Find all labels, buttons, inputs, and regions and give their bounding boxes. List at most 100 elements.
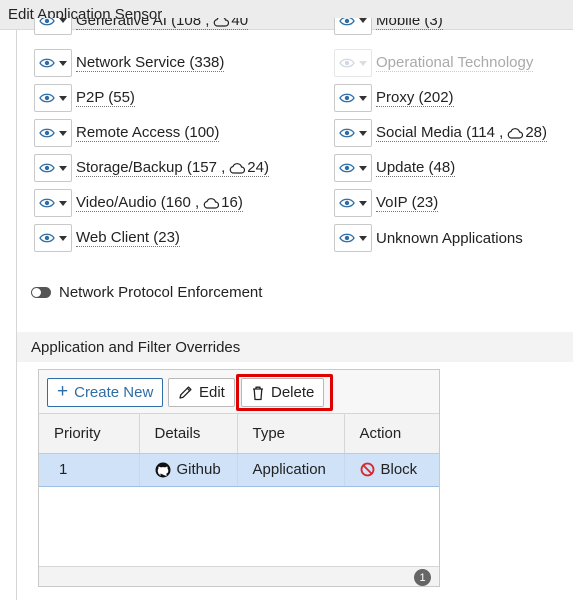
overrides-section-header: Application and Filter Overrides	[17, 332, 573, 362]
category-generative-ai[interactable]: Generative AI (108 , 40	[34, 18, 249, 35]
column-header-details[interactable]: Details	[139, 414, 238, 454]
column-header-action[interactable]: Action	[344, 414, 439, 454]
category-action-dropdown[interactable]	[334, 18, 372, 35]
category-update[interactable]: Update (48)	[334, 153, 456, 183]
category-action-dropdown[interactable]	[34, 49, 72, 77]
eye-icon	[39, 128, 55, 138]
category-action-dropdown	[334, 49, 372, 77]
eye-icon	[39, 58, 55, 68]
cell-details-label: Github	[176, 461, 221, 478]
category-action-dropdown[interactable]	[34, 224, 72, 252]
cloud-icon	[230, 163, 246, 174]
edit-label: Edit	[199, 384, 225, 401]
category-action-dropdown[interactable]	[334, 224, 372, 252]
category-label: Remote Access (100)	[76, 124, 220, 142]
category-label: Proxy (202)	[376, 89, 454, 107]
column-header-type[interactable]: Type	[237, 414, 345, 454]
eye-icon	[339, 163, 355, 173]
eye-icon	[339, 128, 355, 138]
chevron-down-icon	[359, 60, 367, 66]
category-action-dropdown[interactable]	[34, 18, 72, 35]
category-remote-access[interactable]: Remote Access (100)	[34, 118, 220, 148]
cell-action-label: Block	[380, 461, 418, 478]
category-label: P2P (55)	[76, 89, 135, 107]
edit-button[interactable]: Edit	[168, 378, 235, 407]
cell-details: Github	[139, 452, 238, 487]
category-label: Network Service (338)	[76, 54, 225, 72]
eye-icon	[339, 58, 355, 68]
category-storage-backup[interactable]: Storage/Backup (157 , 24)	[34, 153, 269, 183]
section-title: Application and Filter Overrides	[31, 339, 241, 356]
plus-icon: +	[57, 381, 69, 402]
network-protocol-enforcement-toggle[interactable]	[31, 287, 51, 298]
category-operational-technology: Operational Technology	[334, 48, 534, 78]
block-icon	[360, 462, 374, 477]
chevron-down-icon	[359, 130, 367, 136]
cloud-icon	[508, 128, 524, 139]
category-label: Update (48)	[376, 159, 456, 177]
category-label: Social Media (114 , 28)	[376, 124, 547, 142]
eye-icon	[339, 93, 355, 103]
category-label: Operational Technology	[376, 54, 534, 72]
category-label: Generative AI (108 , 40	[76, 18, 249, 30]
eye-icon	[39, 163, 55, 173]
chevron-down-icon	[359, 200, 367, 206]
cloud-icon	[203, 198, 220, 209]
overrides-table: Priority Details Type Action 1 Github Ap…	[39, 414, 439, 487]
cell-type: Application	[237, 452, 345, 487]
eye-icon	[39, 198, 55, 208]
category-web-client[interactable]: Web Client (23)	[34, 223, 180, 253]
category-action-dropdown[interactable]	[334, 84, 372, 112]
category-social-media[interactable]: Social Media (114 , 28)	[334, 118, 547, 148]
category-voip[interactable]: VoIP (23)	[334, 188, 439, 218]
chevron-down-icon	[359, 235, 367, 241]
cloud-icon	[214, 18, 230, 27]
chevron-down-icon	[359, 165, 367, 171]
table-header-row: Priority Details Type Action	[39, 414, 439, 454]
category-action-dropdown[interactable]	[334, 119, 372, 147]
category-video-audio[interactable]: Video/Audio (160 , 16)	[34, 188, 243, 218]
category-action-dropdown[interactable]	[34, 189, 72, 217]
network-protocol-enforcement-label: Network Protocol Enforcement	[59, 284, 263, 301]
category-proxy[interactable]: Proxy (202)	[334, 83, 454, 113]
category-label: Unknown Applications	[376, 229, 523, 247]
network-protocol-enforcement: Network Protocol Enforcement	[31, 284, 262, 301]
chevron-down-icon	[59, 95, 67, 101]
category-action-dropdown[interactable]	[34, 84, 72, 112]
table-footer: 1	[39, 566, 439, 586]
chevron-down-icon	[59, 165, 67, 171]
chevron-down-icon	[59, 200, 67, 206]
category-action-dropdown[interactable]	[334, 189, 372, 217]
table-row[interactable]: 1 Github Application Block	[39, 452, 439, 487]
category-label: VoIP (23)	[376, 194, 439, 212]
chevron-down-icon	[59, 18, 67, 23]
delete-label: Delete	[271, 384, 315, 401]
eye-icon	[39, 18, 55, 25]
trash-icon	[253, 386, 263, 400]
category-label: Storage/Backup (157 , 24)	[76, 159, 269, 177]
eye-icon	[339, 18, 355, 25]
eye-icon	[39, 93, 55, 103]
category-p2p[interactable]: P2P (55)	[34, 83, 135, 113]
column-header-priority[interactable]: Priority	[39, 414, 140, 454]
category-network-service[interactable]: Network Service (338)	[34, 48, 225, 78]
content-left-border	[16, 30, 17, 600]
eye-icon	[39, 233, 55, 243]
category-label: Mobile (3)	[376, 18, 443, 30]
eye-icon	[339, 198, 355, 208]
category-label: Web Client (23)	[76, 229, 180, 247]
create-new-button[interactable]: + Create New	[47, 378, 164, 407]
category-action-dropdown[interactable]	[334, 154, 372, 182]
eye-icon	[339, 233, 355, 243]
category-action-dropdown[interactable]	[34, 119, 72, 147]
category-action-dropdown[interactable]	[34, 154, 72, 182]
chevron-down-icon	[59, 60, 67, 66]
cell-priority: 1	[39, 452, 140, 487]
chevron-down-icon	[359, 18, 367, 23]
row-count-badge: 1	[414, 569, 431, 586]
delete-button[interactable]: Delete	[241, 378, 325, 407]
category-mobile[interactable]: Mobile (3)	[334, 18, 443, 35]
category-unknown-applications[interactable]: Unknown Applications	[334, 223, 523, 253]
chevron-down-icon	[59, 130, 67, 136]
overrides-toolbar: + Create New Edit Delete	[39, 370, 439, 414]
